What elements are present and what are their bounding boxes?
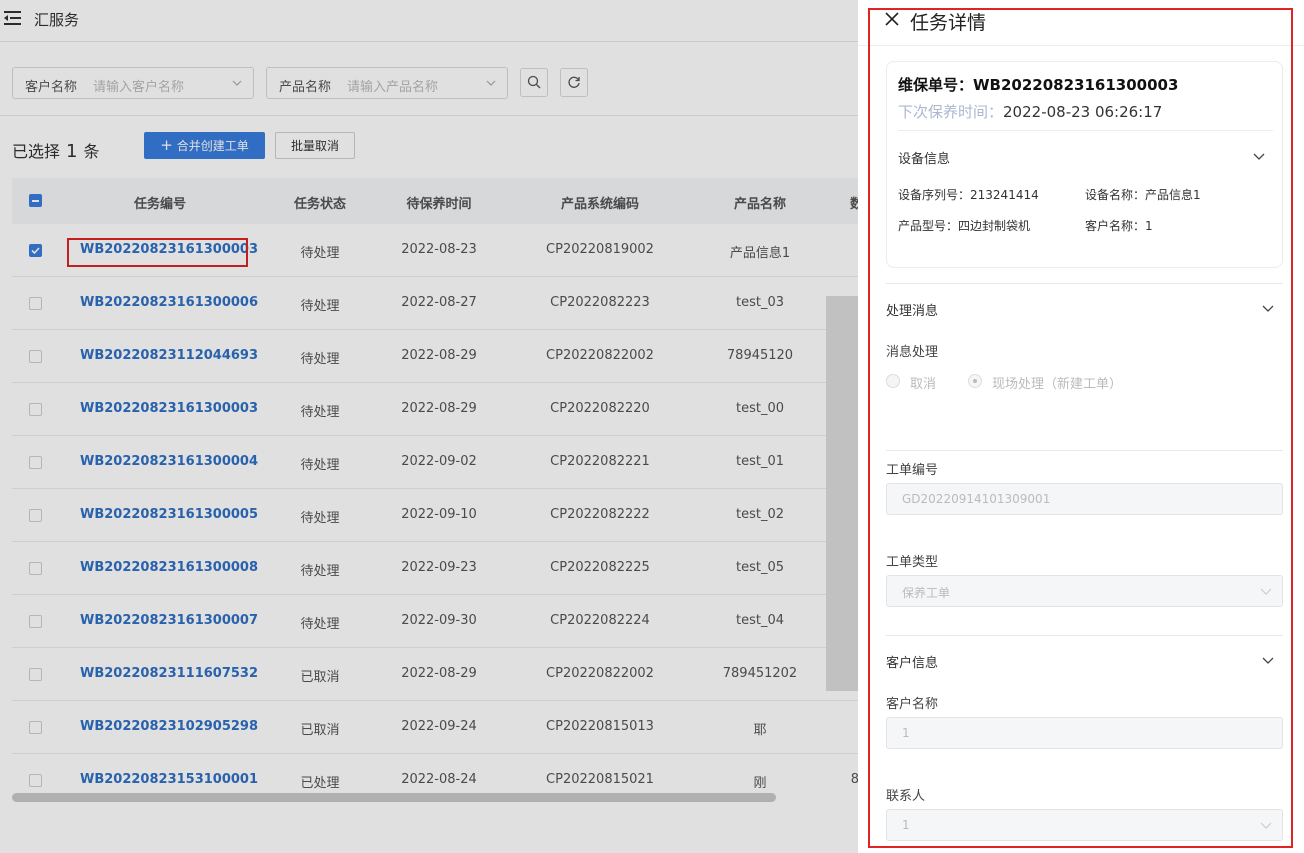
contact-select[interactable]: 1 [886,809,1283,841]
customer-name-field[interactable]: 1 [886,717,1283,749]
device-info-heading: 设备信息 [898,152,951,167]
message-process-label: 消息处理 [886,345,939,360]
radio-onsite[interactable] [968,374,982,388]
chevron-down-icon [1260,822,1272,829]
drawer-title: 任务详情 [910,12,987,34]
product-model: 产品型号：四边封制袋机 [898,219,1031,233]
customer-name-field-label: 客户名称 [886,697,939,712]
task-detail-drawer: 任务详情 维保单号：WB20220823161300003 下次保养时间：202… [858,0,1304,853]
radio-cancel[interactable] [886,374,900,388]
drawer-header: 任务详情 [858,0,1304,46]
customer-info-heading: 客户信息 [886,656,939,671]
workorder-type-select[interactable]: 保养工单 [886,575,1283,607]
workorder-type-label: 工单类型 [886,555,939,570]
radio-onsite-label: 现场处理（新建工单） [992,377,1123,392]
maintenance-card: 维保单号：WB20220823161300003 下次保养时间：2022-08-… [886,61,1283,268]
workorder-no-label: 工单编号 [886,463,939,478]
chevron-down-icon[interactable] [1262,302,1274,314]
device-name: 设备名称：产品信息1 [1085,188,1201,202]
device-serial: 设备序列号：213241414 [898,188,1039,202]
chevron-down-icon [1260,588,1272,595]
chevron-down-icon[interactable] [1262,654,1274,666]
chevron-down-icon[interactable] [1253,150,1265,162]
radio-cancel-label: 取消 [910,377,937,392]
card-customer-name: 客户名称：1 [1085,219,1153,233]
close-icon[interactable] [885,12,899,26]
next-maintenance-time: 下次保养时间：2022-08-23 06:26:17 [898,103,1163,121]
workorder-no-field[interactable]: GD20220914101309001 [886,483,1283,515]
divider [886,450,1283,451]
modal-mask[interactable] [0,0,858,853]
divider [886,635,1283,636]
divider [886,283,1283,284]
process-message-heading: 处理消息 [886,304,939,319]
maintenance-order-no: 维保单号：WB20220823161300003 [898,76,1179,94]
contact-label: 联系人 [886,789,926,804]
card-divider [898,130,1273,131]
